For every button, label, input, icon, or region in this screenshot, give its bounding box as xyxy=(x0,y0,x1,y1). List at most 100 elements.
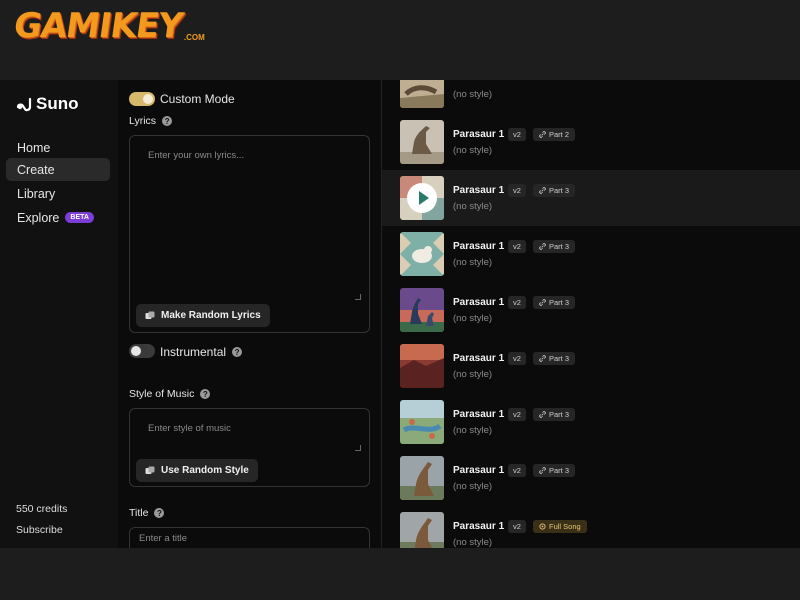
song-style: (no style) xyxy=(453,369,493,380)
link-icon xyxy=(539,243,546,250)
lyrics-textarea[interactable]: Enter your own lyrics... Make Random Lyr… xyxy=(129,135,370,333)
top-banner: GAMIKEY .COM xyxy=(0,0,800,80)
song-style: (no style) xyxy=(453,313,493,324)
link-icon xyxy=(539,299,546,306)
instrumental-label: Instrumental ? xyxy=(160,345,243,359)
gamikey-logo: GAMIKEY .COM xyxy=(11,4,205,48)
part-tag-label: Part 3 xyxy=(549,354,570,363)
song-cover xyxy=(400,80,444,108)
song-list: (no style) Parasaur 1 v2 Part 2 (no styl… xyxy=(382,80,800,548)
part-tag-label: Part 3 xyxy=(549,410,570,419)
song-cover xyxy=(400,456,444,500)
style-textarea[interactable]: Enter style of music Use Random Style xyxy=(129,408,370,487)
song-cover xyxy=(400,512,444,548)
logo-domain: .COM xyxy=(183,33,205,42)
song-style: (no style) xyxy=(453,201,493,212)
style-placeholder: Enter style of music xyxy=(148,423,231,434)
song-row-selected[interactable]: Parasaur 1 v2 Part 3 (no style) xyxy=(382,170,800,226)
song-row[interactable]: Parasaur 1 v2 Part 3 (no style) xyxy=(382,282,800,338)
beta-badge: BETA xyxy=(65,212,94,223)
link-icon xyxy=(539,187,546,194)
part-tag-label: Part 2 xyxy=(549,130,570,139)
credits-count: 550 credits xyxy=(16,503,68,515)
part-tag[interactable]: Part 3 xyxy=(533,184,576,197)
lyrics-placeholder: Enter your own lyrics... xyxy=(148,150,245,161)
song-title: Parasaur 1 xyxy=(453,185,505,196)
resize-handle[interactable] xyxy=(355,294,361,300)
toggle-knob xyxy=(143,94,153,104)
part-tag-label: Part 3 xyxy=(549,466,570,475)
help-icon[interactable]: ? xyxy=(162,116,173,126)
version-badge: v2 xyxy=(508,184,526,197)
song-row[interactable]: (no style) xyxy=(382,80,800,114)
custom-mode-text: Custom Mode xyxy=(160,92,235,106)
part-tag[interactable]: Part 3 xyxy=(533,296,576,309)
song-cover xyxy=(400,344,444,388)
subscribe-link[interactable]: Subscribe xyxy=(16,524,63,536)
song-cover xyxy=(400,120,444,164)
version-badge: v2 xyxy=(508,128,526,141)
song-row[interactable]: Parasaur 1 v2 Part 3 (no style) xyxy=(382,338,800,394)
title-label-text: Title xyxy=(129,507,149,519)
song-cover xyxy=(400,400,444,444)
song-row[interactable]: Parasaur 1 v2 Part 3 (no style) xyxy=(382,450,800,506)
part-tag[interactable]: Part 3 xyxy=(533,464,576,477)
create-form: Custom Mode Lyrics ? Enter your own lyri… xyxy=(118,80,382,548)
toggle-knob xyxy=(131,346,141,356)
part-tag[interactable]: Part 3 xyxy=(533,352,576,365)
part-tag[interactable]: Part 3 xyxy=(533,408,576,421)
song-row[interactable]: Parasaur 1 v2 Full Song (no style) xyxy=(382,506,800,548)
help-icon[interactable]: ? xyxy=(200,389,211,399)
song-cover xyxy=(400,232,444,276)
dice-icon xyxy=(145,311,155,319)
dice-icon xyxy=(145,466,155,474)
song-row[interactable]: Parasaur 1 v2 Part 2 (no style) xyxy=(382,114,800,170)
use-random-style-button[interactable]: Use Random Style xyxy=(136,459,258,482)
resize-handle[interactable] xyxy=(355,445,361,451)
custom-mode-toggle[interactable] xyxy=(129,92,155,106)
part-tag[interactable]: Part 2 xyxy=(533,128,576,141)
brand-name: Suno xyxy=(36,94,79,113)
title-label: Title ? xyxy=(129,507,165,519)
make-random-lyrics-button[interactable]: Make Random Lyrics xyxy=(136,304,270,327)
custom-mode-label: Custom Mode xyxy=(160,92,235,106)
sidebar: Suno Home Create Library Explore BETA 55… xyxy=(0,80,118,548)
part-tag-label: Part 3 xyxy=(549,242,570,251)
link-icon xyxy=(539,131,546,138)
song-title: Parasaur 1 xyxy=(453,353,505,364)
song-title: Parasaur 1 xyxy=(453,409,505,420)
help-icon[interactable]: ? xyxy=(154,508,165,518)
title-input[interactable]: Enter a title xyxy=(129,527,370,548)
link-icon xyxy=(539,411,546,418)
version-badge: v2 xyxy=(508,296,526,309)
part-tag[interactable]: Part 3 xyxy=(533,240,576,253)
sidebar-item-library[interactable]: Library xyxy=(6,182,110,205)
version-badge: v2 xyxy=(508,352,526,365)
style-label-text: Style of Music xyxy=(129,388,195,400)
sidebar-item-create[interactable]: Create xyxy=(6,158,110,181)
help-icon[interactable]: ? xyxy=(232,347,243,357)
song-row[interactable]: Parasaur 1 v2 Part 3 (no style) xyxy=(382,394,800,450)
song-title: Parasaur 1 xyxy=(453,521,505,532)
use-random-style-label: Use Random Style xyxy=(161,465,249,476)
sidebar-item-label: Explore xyxy=(17,210,60,225)
part-tag-label: Part 3 xyxy=(549,298,570,307)
full-song-tag[interactable]: Full Song xyxy=(533,520,587,533)
sidebar-item-explore[interactable]: Explore BETA xyxy=(6,206,110,229)
version-badge: v2 xyxy=(508,240,526,253)
song-title: Parasaur 1 xyxy=(453,465,505,476)
song-cover xyxy=(400,288,444,332)
instrumental-toggle[interactable] xyxy=(129,344,155,358)
song-row[interactable]: Parasaur 1 v2 Part 3 (no style) xyxy=(382,226,800,282)
sidebar-item-home[interactable]: Home xyxy=(6,136,110,159)
link-icon xyxy=(539,355,546,362)
suno-brand[interactable]: Suno xyxy=(16,94,79,114)
link-icon xyxy=(539,467,546,474)
song-style: (no style) xyxy=(453,537,493,548)
sidebar-item-label: Library xyxy=(17,186,56,201)
song-title: Parasaur 1 xyxy=(453,297,505,308)
song-title: Parasaur 1 xyxy=(453,241,505,252)
version-badge: v2 xyxy=(508,464,526,477)
song-style: (no style) xyxy=(453,257,493,268)
sidebar-item-label: Home xyxy=(17,140,51,155)
